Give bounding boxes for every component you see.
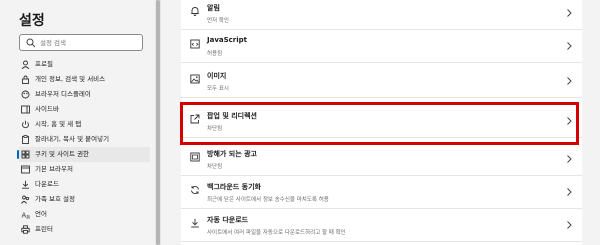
permission-row-notifications[interactable]: 알림 먼저 확인 xyxy=(181,0,582,30)
sidebar-item-start-home[interactable]: 시작, 홈 및 새 탭 xyxy=(19,117,150,132)
code-icon xyxy=(190,39,200,49)
sidebar-item-label: 언어 xyxy=(35,210,47,218)
printer-icon xyxy=(21,225,30,234)
permission-row-images[interactable]: 이미지 모두 표시 xyxy=(181,65,582,98)
permission-status: 모두 표시 xyxy=(207,86,229,92)
settings-sidebar: 설정 프로필 개인 정보, 검색 및 서비스 브라우저 디스플레이 사이드바 시… xyxy=(0,0,150,245)
sidebar-item-default-browser[interactable]: 기본 브라우저 xyxy=(19,162,150,177)
download-icon xyxy=(22,180,29,189)
sidebar-item-clipboard[interactable]: 잘라내기, 복사 및 붙여넣기 xyxy=(19,132,150,147)
chevron-right-icon xyxy=(567,42,572,50)
site-permissions-list: 알림 먼저 확인 JavaScript 허용됨 이미지 모두 표시 팝업 및 리… xyxy=(181,0,582,245)
search-input[interactable] xyxy=(40,36,138,49)
permission-title: 자동 다운로드 xyxy=(207,216,249,224)
sidebar-item-label: 사이드바 xyxy=(35,105,59,113)
sidebar-item-sidebar[interactable]: 사이드바 xyxy=(19,102,150,117)
permission-status: 차단됨 xyxy=(207,126,223,132)
sidebar-item-downloads[interactable]: 다운로드 xyxy=(19,177,150,192)
scrollbar-thumb[interactable] xyxy=(156,0,160,245)
appearance-icon xyxy=(21,90,30,99)
sidebar-icon xyxy=(21,105,30,114)
sidebar-item-appearance[interactable]: 브라우저 디스플레이 xyxy=(19,87,150,102)
sidebar-item-privacy[interactable]: 개인 정보, 검색 및 서비스 xyxy=(19,72,150,87)
sidebar-scrollbar[interactable] xyxy=(155,0,161,245)
search-icon xyxy=(26,38,36,48)
permission-title: 팝업 및 리디렉션 xyxy=(207,112,257,120)
sidebar-item-printers[interactable]: 프린터 xyxy=(19,222,150,237)
chevron-right-icon xyxy=(567,155,572,163)
permission-row-popups[interactable]: 팝업 및 리디렉션 차단됨 xyxy=(181,105,582,138)
sync-icon xyxy=(191,186,199,194)
chevron-right-icon xyxy=(567,9,572,17)
settings-nav: 프로필 개인 정보, 검색 및 서비스 브라우저 디스플레이 사이드바 시작, … xyxy=(17,57,150,237)
sidebar-item-label: 브라우저 디스플레이 xyxy=(35,90,91,98)
permission-row-intrusive-ads[interactable]: 방해가 되는 광고 차단됨 xyxy=(181,143,582,176)
sidebar-item-languages[interactable]: Aあ 언어 xyxy=(19,207,150,222)
chevron-right-icon xyxy=(567,117,572,125)
browser-icon xyxy=(21,165,30,174)
popup-icon xyxy=(190,114,200,124)
sidebar-item-label: 쿠키 및 사이트 권한 xyxy=(35,150,90,158)
sidebar-item-label: 개인 정보, 검색 및 서비스 xyxy=(35,75,106,83)
permission-status: 허용됨 xyxy=(207,51,223,57)
bell-icon xyxy=(191,7,199,16)
profile-icon xyxy=(21,60,30,69)
sidebar-item-family[interactable]: 가족 보호 설정 xyxy=(19,192,150,207)
chevron-right-icon xyxy=(567,221,572,229)
sidebar-item-label: 가족 보호 설정 xyxy=(35,195,76,203)
sidebar-item-profile[interactable]: 프로필 xyxy=(19,57,150,72)
ads-icon xyxy=(190,152,200,162)
permission-title: JavaScript xyxy=(207,36,248,44)
lock-icon xyxy=(22,75,29,84)
permission-title: 백그라운드 동기화 xyxy=(207,183,261,191)
permission-status: 차단됨 xyxy=(207,164,223,170)
permission-row-javascript[interactable]: JavaScript 허용됨 xyxy=(181,30,582,63)
clipboard-icon xyxy=(22,135,29,144)
permission-status: 사이트에서 여러 파일을 자동으로 다운로드하려고 할 때 확인 xyxy=(207,230,346,236)
cookies-icon xyxy=(21,150,30,159)
sidebar-item-label: 프린터 xyxy=(35,225,53,233)
sidebar-item-cookies[interactable]: 쿠키 및 사이트 권한 xyxy=(17,147,150,162)
svg-text:あ: あ xyxy=(26,215,30,220)
download-icon xyxy=(191,218,199,228)
permission-title: 방해가 되는 광고 xyxy=(207,150,257,158)
settings-title: 설정 xyxy=(19,13,45,29)
sidebar-item-label: 다운로드 xyxy=(35,180,59,188)
sidebar-item-label: 프로필 xyxy=(35,60,53,68)
language-icon: Aあ xyxy=(22,212,31,220)
permission-row-background-sync[interactable]: 백그라운드 동기화 최근에 닫은 사이트에서 정보 송수신을 마치도록 허용 xyxy=(181,176,582,209)
sidebar-item-label: 기본 브라우저 xyxy=(35,165,73,173)
image-icon xyxy=(190,74,200,84)
chevron-right-icon xyxy=(567,188,572,196)
sidebar-item-label: 시작, 홈 및 새 탭 xyxy=(35,120,82,128)
search-box[interactable] xyxy=(19,34,143,51)
family-icon xyxy=(21,195,30,204)
permission-title: 알림 xyxy=(207,4,220,12)
permission-row-automatic-downloads[interactable]: 자동 다운로드 사이트에서 여러 파일을 자동으로 다운로드하려고 할 때 확인 xyxy=(181,209,582,242)
permission-title: 이미지 xyxy=(207,72,227,80)
permission-status: 최근에 닫은 사이트에서 정보 송수신을 마치도록 허용 xyxy=(207,197,329,203)
power-icon xyxy=(22,120,29,129)
permission-status: 먼저 확인 xyxy=(207,18,229,24)
chevron-right-icon xyxy=(567,77,572,85)
sidebar-item-label: 잘라내기, 복사 및 붙여넣기 xyxy=(35,135,110,143)
